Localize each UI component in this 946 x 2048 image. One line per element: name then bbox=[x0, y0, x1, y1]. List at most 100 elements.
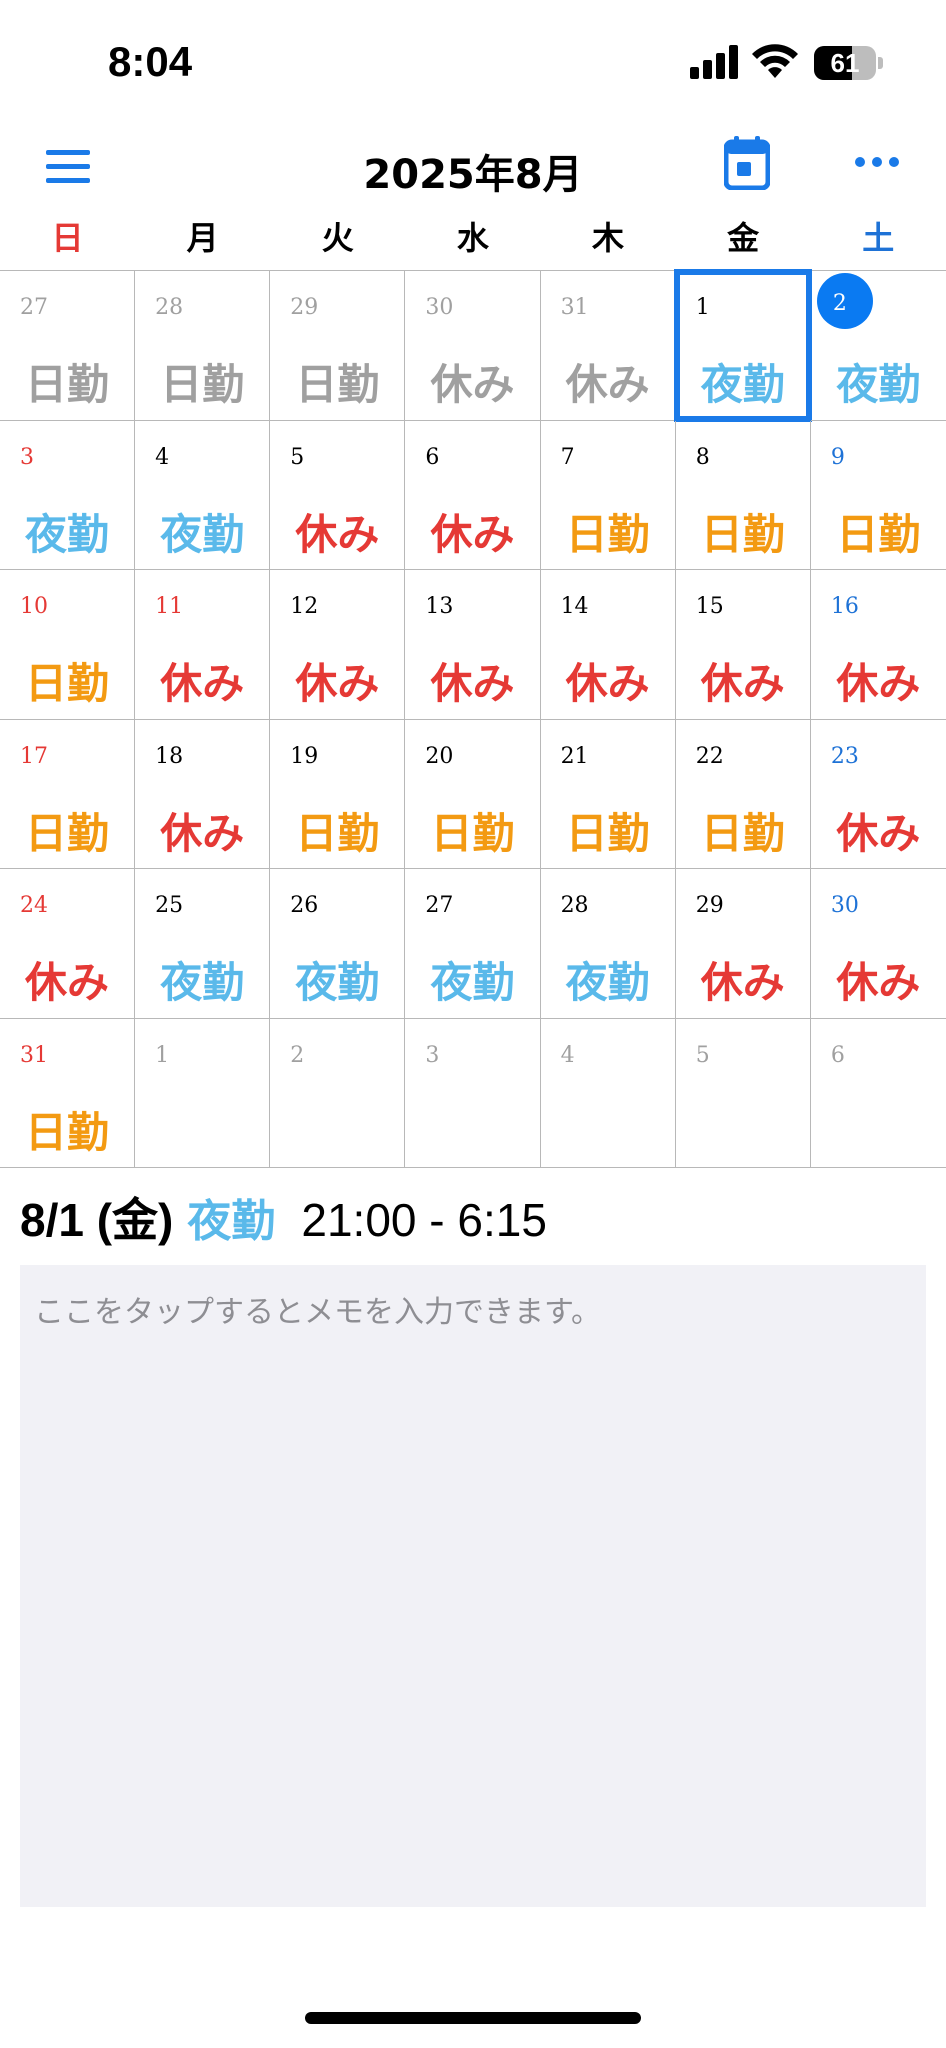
calendar-day-cell[interactable]: 8 日勤 bbox=[675, 420, 811, 570]
calendar-day-cell[interactable]: 7 日勤 bbox=[540, 420, 676, 570]
day-number: 20 bbox=[425, 743, 454, 769]
shift-label: 休み bbox=[25, 958, 110, 1007]
shift-label: 休み bbox=[430, 360, 515, 409]
shift-label: 日勤 bbox=[565, 808, 650, 858]
shift-label: 夜勤 bbox=[430, 958, 515, 1007]
detail-shift: 夜勤 bbox=[187, 1196, 276, 1247]
calendar-day-cell[interactable]: 29 日勤 bbox=[270, 271, 406, 421]
weekday-tue: 火 bbox=[321, 219, 354, 257]
shift-label: 休み bbox=[565, 360, 650, 409]
calendar-day-cell[interactable]: 12 休み bbox=[270, 570, 406, 720]
calendar-day-cell[interactable]: 27 日勤 bbox=[0, 271, 136, 421]
day-number: 7 bbox=[560, 444, 575, 470]
shift-label: 休み bbox=[430, 659, 515, 708]
calendar-day-cell[interactable]: 10 日勤 bbox=[0, 570, 136, 720]
calendar-day-cell[interactable]: 20 日勤 bbox=[405, 719, 541, 869]
calendar-day-cell[interactable]: 27 夜勤 bbox=[405, 869, 541, 1019]
shift-label: 休み bbox=[160, 659, 245, 708]
calendar-day-cell[interactable]: 6 bbox=[810, 1019, 946, 1168]
day-number: 29 bbox=[290, 295, 319, 320]
shift-label: 休み bbox=[836, 808, 921, 858]
day-number: 14 bbox=[560, 594, 589, 619]
calendar-day-cell[interactable]: 25 夜勤 bbox=[135, 869, 271, 1019]
day-number: 6 bbox=[425, 444, 440, 470]
calendar-day-cell[interactable]: 31 休み bbox=[540, 271, 676, 421]
calendar-day-cell[interactable]: 4 bbox=[540, 1018, 676, 1168]
calendar-day-cell[interactable]: 26 夜勤 bbox=[270, 869, 406, 1019]
shift-label: 夜勤 bbox=[160, 509, 245, 559]
status-time: 8:04 bbox=[108, 38, 193, 85]
day-number: 19 bbox=[290, 743, 319, 769]
calendar-today-icon[interactable] bbox=[724, 136, 770, 190]
calendar-day-cell[interactable]: 19 日勤 bbox=[270, 719, 406, 869]
calendar-day-cell[interactable]: 3 bbox=[405, 1018, 541, 1168]
day-number: 1 bbox=[695, 295, 710, 320]
more-options-icon[interactable] bbox=[854, 152, 900, 172]
home-indicator[interactable] bbox=[305, 2012, 641, 2024]
calendar-day-cell[interactable]: 1 夜勤 bbox=[673, 269, 812, 421]
weekday-mon: 月 bbox=[186, 219, 219, 257]
calendar-day-cell[interactable]: 30 休み bbox=[405, 271, 541, 421]
day-number: 2 bbox=[832, 291, 847, 316]
calendar-day-cell[interactable]: 2 夜勤 bbox=[810, 271, 946, 421]
calendar-day-cell[interactable]: 16 休み bbox=[810, 570, 946, 720]
shift-label: 休み bbox=[430, 509, 515, 559]
shift-label: 日勤 bbox=[25, 659, 110, 708]
selected-day-detail: 8/1 (金) 夜勤 21:00 - 6:15 bbox=[20, 1184, 926, 1250]
calendar-day-cell[interactable]: 2 bbox=[270, 1018, 406, 1168]
calendar-day-cell[interactable]: 15 休み bbox=[675, 570, 811, 720]
shift-label: 日勤 bbox=[836, 509, 921, 559]
day-number: 25 bbox=[155, 893, 184, 918]
day-number: 3 bbox=[20, 444, 34, 470]
calendar-day-cell[interactable]: 13 休み bbox=[405, 570, 541, 720]
calendar-day-cell[interactable]: 5 bbox=[675, 1018, 811, 1168]
day-number: 23 bbox=[830, 743, 859, 769]
calendar-day-cell[interactable]: 21 日勤 bbox=[540, 719, 676, 869]
calendar-day-cell[interactable]: 23 休み bbox=[810, 720, 946, 869]
weekday-header: 日 月 火 水 木 金 土 bbox=[0, 210, 946, 270]
shift-label: 日勤 bbox=[25, 808, 110, 858]
shift-label: 休み bbox=[836, 659, 921, 708]
wifi-icon bbox=[752, 44, 798, 78]
day-number: 31 bbox=[560, 295, 589, 320]
day-number: 17 bbox=[20, 743, 48, 769]
shift-label: 日勤 bbox=[700, 808, 785, 858]
calendar-day-cell[interactable]: 22 日勤 bbox=[675, 719, 811, 869]
day-number: 1 bbox=[155, 1042, 170, 1068]
calendar-day-cell[interactable]: 9 日勤 bbox=[810, 421, 946, 570]
calendar-day-cell[interactable]: 17 日勤 bbox=[0, 719, 136, 869]
day-number: 18 bbox=[155, 743, 184, 769]
calendar-day-cell[interactable]: 31 日勤 bbox=[0, 1018, 136, 1168]
shift-label: 休み bbox=[295, 659, 380, 708]
weekday-wed: 水 bbox=[456, 219, 489, 257]
calendar-day-cell[interactable]: 28 夜勤 bbox=[540, 869, 676, 1019]
day-number: 21 bbox=[560, 743, 589, 769]
detail-date: 8/1 (金) bbox=[20, 1194, 174, 1246]
calendar-day-cell[interactable]: 24 休み bbox=[0, 869, 136, 1019]
calendar-day-cell[interactable]: 5 休み bbox=[270, 420, 406, 570]
calendar-day-cell[interactable]: 14 休み bbox=[540, 570, 676, 720]
shift-label: 日勤 bbox=[25, 360, 110, 409]
day-number: 15 bbox=[695, 594, 724, 619]
calendar-day-cell[interactable]: 6 休み bbox=[405, 420, 541, 570]
month-title: 2025年8月 bbox=[363, 152, 583, 198]
day-number: 8 bbox=[695, 444, 710, 470]
calendar-day-cell[interactable]: 18 休み bbox=[135, 719, 271, 869]
header: 2025年8月 bbox=[0, 130, 946, 210]
memo-input[interactable] bbox=[20, 1265, 926, 1907]
shift-label: 休み bbox=[700, 659, 785, 708]
shift-label: 日勤 bbox=[295, 808, 380, 858]
shift-label: 日勤 bbox=[430, 808, 515, 858]
calendar-day-cell[interactable]: 29 休み bbox=[675, 869, 811, 1019]
weekday-sun: 日 bbox=[51, 219, 84, 257]
calendar-day-cell[interactable]: 3 夜勤 bbox=[0, 420, 136, 570]
day-number: 29 bbox=[695, 893, 724, 918]
calendar-day-cell[interactable]: 1 bbox=[135, 1018, 271, 1168]
shift-label: 日勤 bbox=[700, 509, 785, 559]
calendar-day-cell[interactable]: 30 休み bbox=[810, 869, 946, 1019]
calendar-day-cell[interactable]: 11 休み bbox=[135, 570, 271, 720]
calendar-day-cell[interactable]: 28 日勤 bbox=[135, 271, 271, 421]
calendar-day-cell[interactable]: 4 夜勤 bbox=[135, 420, 271, 570]
day-number: 31 bbox=[20, 1042, 48, 1068]
day-number: 27 bbox=[20, 295, 48, 320]
